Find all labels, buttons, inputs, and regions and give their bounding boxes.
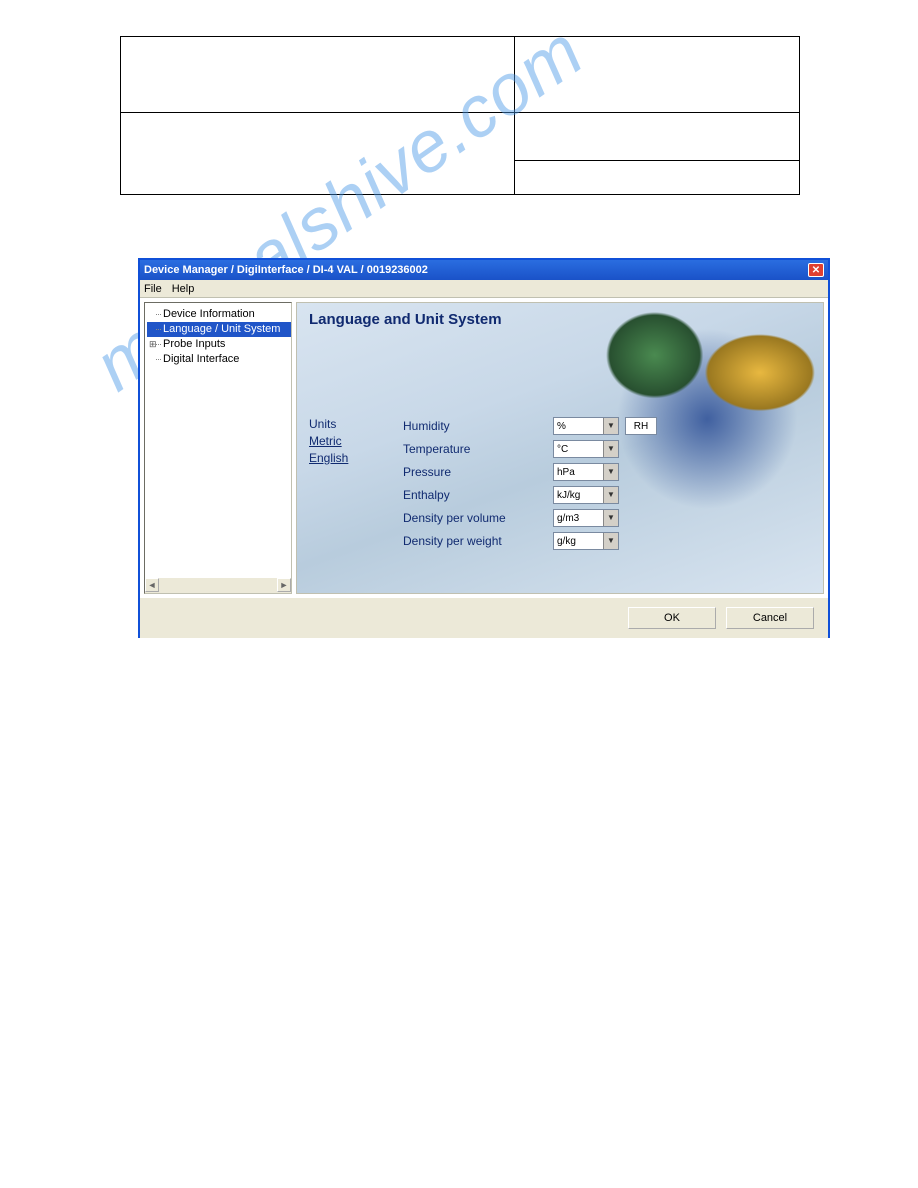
chevron-down-icon[interactable]: ▼: [603, 441, 618, 457]
tree-item-probe-inputs[interactable]: Probe Inputs: [147, 337, 291, 352]
menu-file[interactable]: File: [144, 283, 162, 295]
titlebar[interactable]: Device Manager / DigiInterface / DI-4 VA…: [140, 260, 828, 280]
label-pressure: Pressure: [403, 465, 553, 479]
row-enthalpy: Enthalpy kJ/kg ▼: [403, 484, 813, 506]
tree-item-device-information[interactable]: Device Information: [147, 307, 291, 322]
tree-pane: Device Information Language / Unit Syste…: [144, 302, 292, 594]
content-pane: Language and Unit System Units Metric En…: [296, 302, 824, 594]
combo-density-weight[interactable]: g/kg ▼: [553, 532, 619, 550]
ok-button[interactable]: OK: [628, 607, 716, 629]
label-enthalpy: Enthalpy: [403, 488, 553, 502]
combo-density-weight-value: g/kg: [554, 536, 603, 547]
tree-scrollbar[interactable]: ◄ ►: [145, 578, 291, 593]
combo-humidity-value: %: [554, 421, 603, 432]
label-temperature: Temperature: [403, 442, 553, 456]
window-title: Device Manager / DigiInterface / DI-4 VA…: [144, 264, 428, 276]
combo-temperature-value: °C: [554, 444, 603, 455]
dialog-window: Device Manager / DigiInterface / DI-4 VA…: [138, 258, 830, 638]
tree-item-language-unit-system[interactable]: Language / Unit System: [147, 322, 291, 337]
scroll-left-icon[interactable]: ◄: [145, 578, 159, 592]
button-row: OK Cancel: [140, 598, 828, 638]
combo-humidity[interactable]: % ▼: [553, 417, 619, 435]
chevron-down-icon[interactable]: ▼: [603, 533, 618, 549]
link-english[interactable]: English: [309, 450, 395, 467]
menu-help[interactable]: Help: [172, 283, 195, 295]
row-temperature: Temperature °C ▼: [403, 438, 813, 460]
chevron-down-icon[interactable]: ▼: [603, 464, 618, 480]
link-metric[interactable]: Metric: [309, 433, 395, 450]
page-title: Language and Unit System: [297, 303, 823, 328]
chevron-down-icon[interactable]: ▼: [603, 510, 618, 526]
page-table: [120, 36, 800, 195]
cancel-button[interactable]: Cancel: [726, 607, 814, 629]
menubar: File Help: [140, 280, 828, 298]
row-humidity: Humidity % ▼ RH: [403, 415, 813, 437]
chevron-down-icon[interactable]: ▼: [603, 418, 618, 434]
label-humidity: Humidity: [403, 419, 553, 433]
combo-enthalpy-value: kJ/kg: [554, 490, 603, 501]
units-label: Units: [309, 415, 395, 433]
combo-enthalpy[interactable]: kJ/kg ▼: [553, 486, 619, 504]
combo-density-volume[interactable]: g/m3 ▼: [553, 509, 619, 527]
close-icon[interactable]: ✕: [808, 263, 824, 277]
label-density-weight: Density per weight: [403, 534, 553, 548]
row-density-weight: Density per weight g/kg ▼: [403, 530, 813, 552]
label-density-volume: Density per volume: [403, 511, 553, 525]
scroll-right-icon[interactable]: ►: [277, 578, 291, 592]
chevron-down-icon[interactable]: ▼: [603, 487, 618, 503]
combo-pressure-value: hPa: [554, 467, 603, 478]
combo-pressure[interactable]: hPa ▼: [553, 463, 619, 481]
row-pressure: Pressure hPa ▼: [403, 461, 813, 483]
tree-item-digital-interface[interactable]: Digital Interface: [147, 352, 291, 367]
combo-density-volume-value: g/m3: [554, 513, 603, 524]
humidity-suffix[interactable]: RH: [625, 417, 657, 435]
row-density-volume: Density per volume g/m3 ▼: [403, 507, 813, 529]
combo-temperature[interactable]: °C ▼: [553, 440, 619, 458]
